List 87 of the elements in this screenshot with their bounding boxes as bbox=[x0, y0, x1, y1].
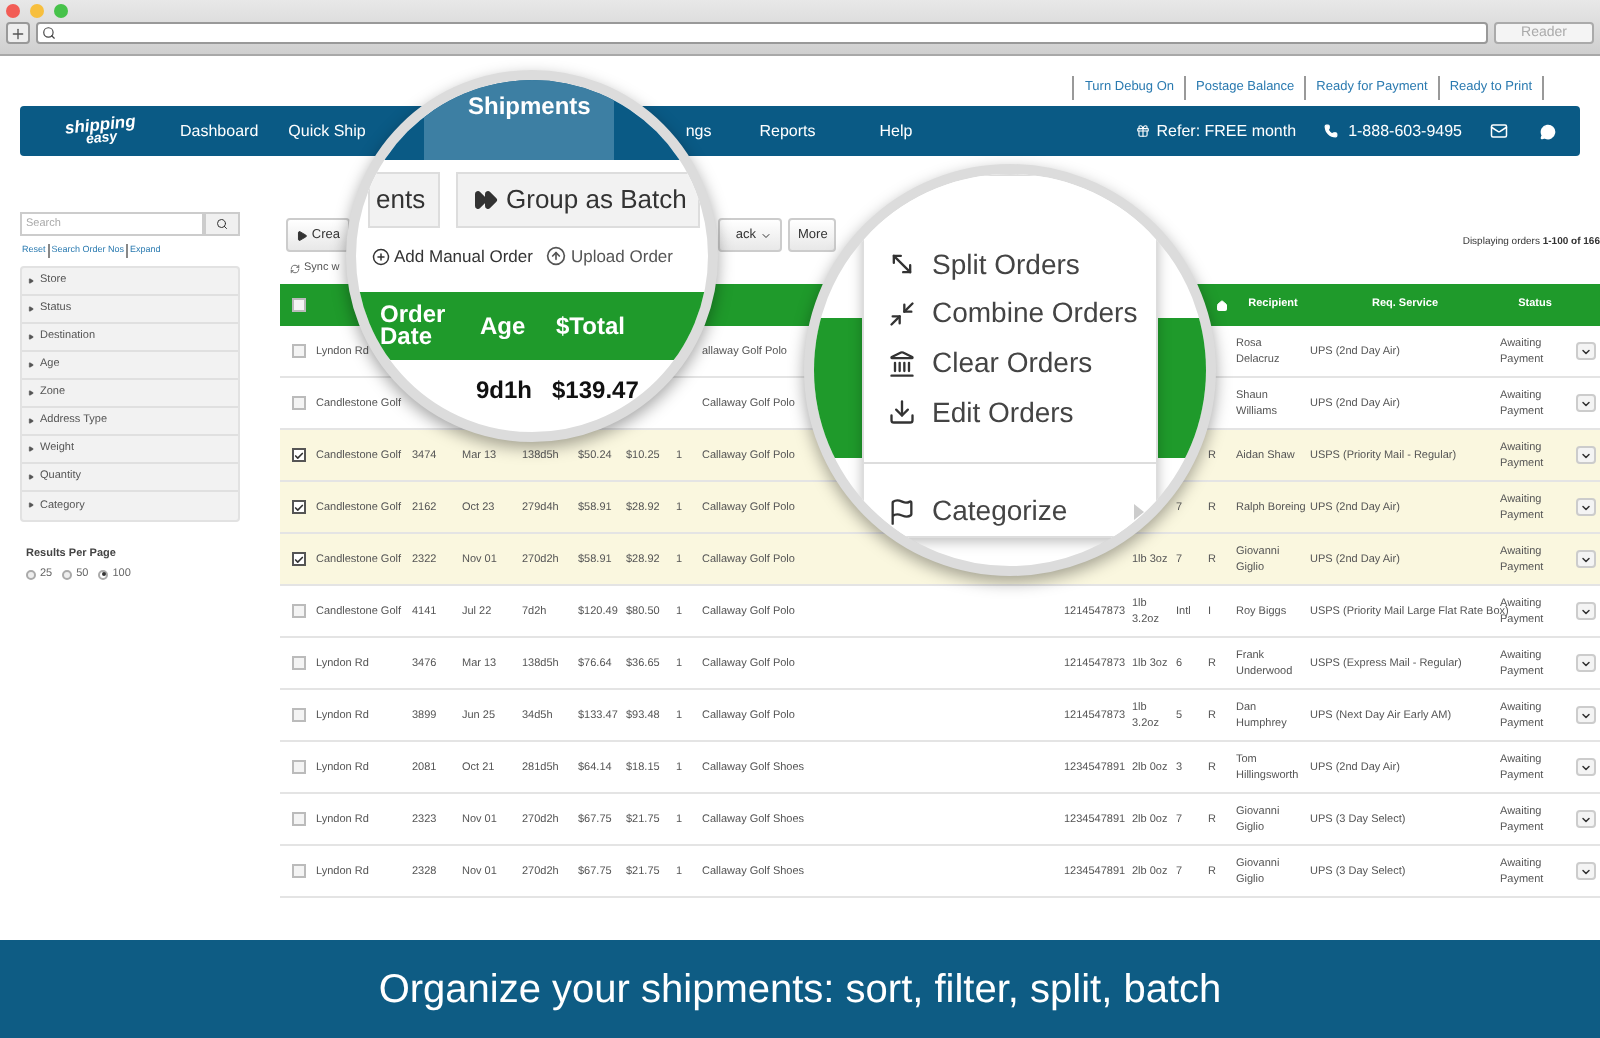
chevron-down-icon bbox=[1579, 865, 1591, 877]
mail-icon[interactable] bbox=[1490, 122, 1508, 140]
refer-link[interactable]: Refer: FREE month bbox=[1156, 119, 1297, 143]
row-menu-button[interactable] bbox=[1575, 498, 1595, 516]
row-menu-button[interactable] bbox=[1575, 654, 1595, 672]
checkbox[interactable] bbox=[291, 656, 305, 670]
row-menu-button[interactable] bbox=[1575, 446, 1595, 464]
phone-icon bbox=[1324, 124, 1339, 138]
caret-icon bbox=[28, 389, 34, 396]
checkbox[interactable] bbox=[291, 864, 305, 878]
search-icon bbox=[42, 26, 56, 40]
checkbox[interactable] bbox=[291, 708, 305, 722]
chevron-down-icon bbox=[1579, 813, 1591, 825]
banner-text: Organize your shipments: sort, filter, split, batch bbox=[378, 965, 1222, 1015]
plus-icon bbox=[10, 25, 26, 41]
row-menu-button[interactable] bbox=[1575, 810, 1595, 828]
phone-number[interactable]: 1-888-603-9495 bbox=[1348, 119, 1462, 143]
close-button[interactable] bbox=[6, 4, 20, 18]
checkbox[interactable] bbox=[291, 344, 305, 358]
table-cell-text: 9d1h bbox=[476, 374, 535, 408]
search-button[interactable] bbox=[204, 212, 240, 236]
caret-icon bbox=[28, 502, 34, 509]
checkbox[interactable] bbox=[291, 604, 305, 618]
nav-item[interactable]: Reports bbox=[759, 119, 816, 143]
column-header[interactable]: $Total bbox=[556, 315, 625, 337]
sync-icon bbox=[290, 263, 300, 273]
action-link[interactable]: Add Manual Order bbox=[372, 243, 533, 269]
chevron-down-icon bbox=[1579, 553, 1591, 565]
row-menu-button[interactable] bbox=[1575, 394, 1595, 412]
caret-icon bbox=[28, 445, 34, 452]
fast-forward-icon bbox=[474, 188, 498, 212]
upload-icon bbox=[546, 246, 567, 266]
checkbox[interactable] bbox=[291, 396, 305, 410]
flag-icon bbox=[888, 497, 916, 526]
column-header[interactable]: Order Date bbox=[380, 304, 472, 348]
checkbox[interactable] bbox=[291, 552, 305, 566]
chevron-down-icon bbox=[1579, 449, 1591, 461]
row-menu-button[interactable] bbox=[1575, 602, 1595, 620]
menu-item[interactable]: Categorize bbox=[864, 486, 1156, 537]
caret-icon bbox=[28, 333, 34, 340]
nav-item[interactable]: ngs bbox=[685, 119, 712, 143]
inward-arrows-icon bbox=[888, 299, 916, 328]
download-icon bbox=[888, 398, 916, 427]
menu-item[interactable]: Combine Orders bbox=[864, 289, 1156, 339]
home-icon bbox=[1216, 299, 1228, 311]
chevron-down-icon bbox=[1579, 761, 1591, 773]
address-field[interactable] bbox=[36, 22, 1488, 44]
nav-item[interactable]: Help bbox=[879, 119, 913, 143]
checkbox[interactable] bbox=[291, 500, 305, 514]
caret-icon bbox=[760, 229, 772, 241]
tab[interactable]: ents bbox=[368, 172, 440, 228]
caret-icon bbox=[28, 305, 34, 312]
column-header[interactable]: Age bbox=[480, 315, 552, 337]
checkbox[interactable] bbox=[291, 448, 305, 462]
row-menu-button[interactable] bbox=[1575, 706, 1595, 724]
checkbox[interactable] bbox=[291, 298, 305, 312]
row-menu-button[interactable] bbox=[1575, 862, 1595, 880]
chevron-down-icon bbox=[1579, 605, 1591, 617]
chevron-down-icon bbox=[1579, 501, 1591, 513]
nav-item[interactable]: Dashboard bbox=[180, 119, 259, 143]
nav-item[interactable]: Quick Ship bbox=[288, 119, 366, 143]
diagonal-arrows-icon bbox=[888, 250, 916, 279]
chevron-down-icon bbox=[1579, 345, 1591, 357]
gift-icon bbox=[1136, 124, 1151, 138]
chevron-down-icon bbox=[1579, 397, 1591, 409]
row-menu-button[interactable] bbox=[1575, 342, 1595, 360]
chevron-down-icon bbox=[1579, 657, 1591, 669]
building-icon bbox=[888, 349, 916, 378]
checkbox[interactable] bbox=[291, 812, 305, 826]
play-icon bbox=[296, 229, 308, 241]
checkbox[interactable] bbox=[291, 760, 305, 774]
caret-icon bbox=[28, 361, 34, 368]
tab[interactable]: Group as Batch bbox=[456, 172, 700, 228]
caret-icon bbox=[28, 277, 34, 284]
add-tab-button[interactable] bbox=[6, 22, 30, 44]
table-cell-text: $139.47 bbox=[552, 374, 639, 408]
row-menu-button[interactable] bbox=[1575, 550, 1595, 568]
row-menu-button[interactable] bbox=[1575, 758, 1595, 776]
search-icon bbox=[216, 218, 228, 230]
nav-tab[interactable]: Shipments bbox=[424, 80, 614, 160]
chat-icon[interactable] bbox=[1540, 123, 1556, 139]
caret-icon bbox=[28, 473, 34, 480]
action-link[interactable]: Upload Order bbox=[546, 243, 673, 269]
plus-icon bbox=[372, 247, 390, 265]
chevron-down-icon bbox=[1579, 709, 1591, 721]
menu-item[interactable]: Split Orders bbox=[864, 240, 1156, 290]
caret-icon bbox=[28, 417, 34, 424]
